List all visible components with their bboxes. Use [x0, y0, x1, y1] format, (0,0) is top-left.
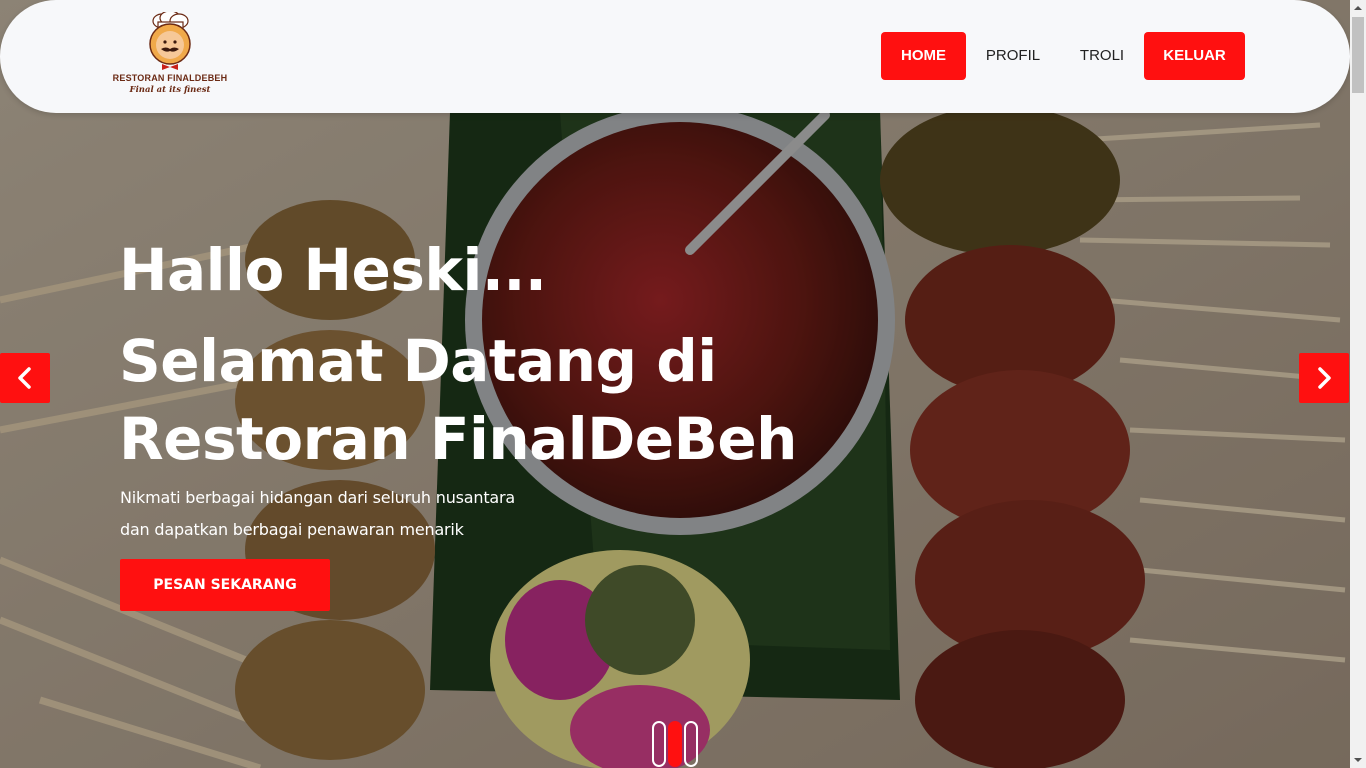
hero-headline: Selamat Datang di Restoran FinalDeBeh — [119, 327, 797, 473]
chevron-left-icon — [18, 367, 31, 389]
scrollbar-thumb[interactable] — [1352, 17, 1364, 93]
nav-troli-link[interactable]: TROLI — [1072, 32, 1132, 80]
carousel-prev-button[interactable] — [0, 353, 50, 403]
nav-home-button[interactable]: HOME — [881, 32, 966, 80]
hero-subtitle-line1: Nikmati berbagai hidangan dari seluruh n… — [120, 488, 515, 507]
carousel-next-button[interactable] — [1299, 353, 1349, 403]
page-scrollbar[interactable] — [1350, 0, 1366, 768]
carousel-indicator-1[interactable] — [652, 721, 666, 767]
navbar: RESTORAN FINALDEBEH Final at its finest … — [0, 0, 1350, 113]
brand-logo[interactable]: RESTORAN FINALDEBEH Final at its finest — [104, 12, 236, 100]
chef-logo-icon — [149, 12, 191, 70]
carousel-indicator-3[interactable] — [684, 721, 698, 767]
brand-tagline: Final at its finest — [129, 85, 211, 95]
scroll-down-arrow-icon[interactable] — [1350, 752, 1366, 768]
carousel-indicator-2[interactable] — [668, 721, 682, 767]
nav-profil-link[interactable]: PROFIL — [980, 32, 1046, 80]
hero-subtitle: Nikmati berbagai hidangan dari seluruh n… — [120, 482, 515, 546]
hero-greeting: Hallo Heski... — [119, 236, 547, 304]
hero-subtitle-line2: dan dapatkan berbagai penawaran menarik — [120, 520, 464, 539]
scroll-up-arrow-icon[interactable] — [1350, 0, 1366, 16]
nav-keluar-button[interactable]: KELUAR — [1144, 32, 1245, 80]
order-now-button[interactable]: PESAN SEKARANG — [120, 559, 330, 611]
brand-name: RESTORAN FINALDEBEH — [112, 73, 228, 83]
chevron-right-icon — [1318, 367, 1331, 389]
